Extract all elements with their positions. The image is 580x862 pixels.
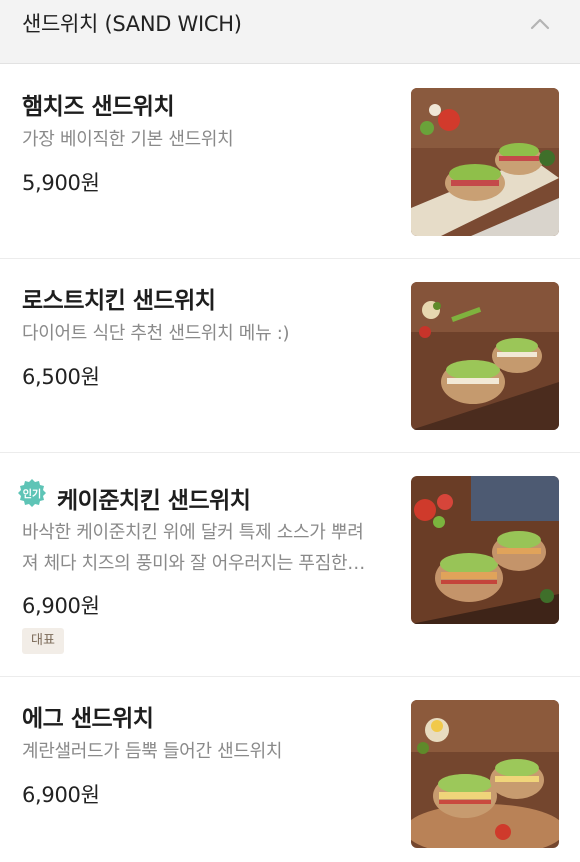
category-title: 샌드위치 (SAND WICH) (22, 12, 242, 36)
menu-item-description: 가장 베이직한 기본 샌드위치 (22, 129, 234, 150)
menu-item-photo (411, 282, 559, 430)
menu-item-photo (411, 476, 559, 624)
menu-item-name: 로스트치킨 샌드위치 (22, 288, 216, 314)
menu-item-price: 6,900원 (22, 783, 100, 807)
chevron-up-icon[interactable] (528, 12, 552, 36)
menu-item-photo (411, 700, 559, 848)
category-header[interactable]: 샌드위치 (SAND WICH) (0, 0, 580, 64)
menu-item-name: 케이준치킨 샌드위치 (57, 488, 251, 514)
menu-item-price: 6,500원 (22, 365, 100, 389)
menu-item[interactable]: 에그 샌드위치 계란샐러드가 듬뿍 들어간 샌드위치 6,900원 (0, 677, 580, 862)
menu-item-name: 에그 샌드위치 (22, 706, 154, 732)
menu-item-photo (411, 88, 559, 236)
menu-item-description-line-2: 져 체다 치즈의 풍미와 잘 어우러지는 푸짐한… (22, 553, 365, 574)
menu-item-price: 5,900원 (22, 171, 100, 195)
menu-item-description-line-1: 바삭한 케이준치킨 위에 달커 특제 소스가 뿌려 (22, 522, 364, 543)
popular-badge: 인기 (18, 479, 46, 507)
menu-item[interactable]: 인기 케이준치킨 샌드위치 바삭한 케이준치킨 위에 달커 특제 소스가 뿌려 … (0, 453, 580, 677)
menu-item-description: 계란샐러드가 듬뿍 들어간 샌드위치 (22, 741, 283, 762)
menu-item-price: 6,900원 (22, 594, 100, 618)
signature-tag: 대표 (22, 628, 64, 654)
popular-badge-label: 인기 (23, 488, 41, 501)
menu-item-description: 다이어트 식단 추천 샌드위치 메뉴 :) (22, 323, 290, 344)
menu-item[interactable]: 햄치즈 샌드위치 가장 베이직한 기본 샌드위치 5,900원 (0, 65, 580, 259)
menu-item-name: 햄치즈 샌드위치 (22, 94, 175, 120)
menu-item[interactable]: 로스트치킨 샌드위치 다이어트 식단 추천 샌드위치 메뉴 :) 6,500원 (0, 259, 580, 453)
